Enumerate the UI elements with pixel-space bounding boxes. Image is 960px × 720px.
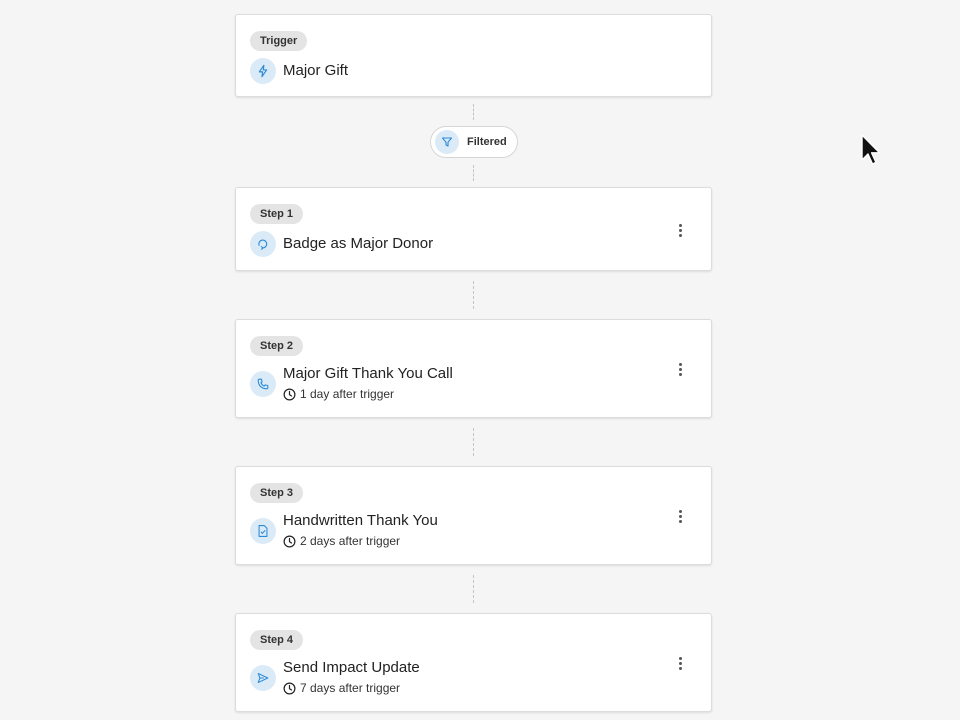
filter-icon bbox=[435, 130, 459, 154]
badge-icon bbox=[250, 231, 276, 257]
step-badge: Step 1 bbox=[250, 204, 304, 224]
step-badge: Step 4 bbox=[250, 630, 304, 650]
connector-line bbox=[473, 281, 474, 309]
clock-icon bbox=[283, 682, 296, 694]
step-card-4[interactable]: Step 4 Send Impact Update 7 days after t… bbox=[235, 613, 712, 712]
connector-line bbox=[473, 575, 474, 603]
workflow-canvas: Trigger Major Gift Filtered Step 1 Badge… bbox=[0, 0, 960, 720]
trigger-card[interactable]: Trigger Major Gift bbox=[235, 14, 712, 97]
step-card-1[interactable]: Step 1 Badge as Major Donor bbox=[235, 187, 712, 271]
step-badge: Step 3 bbox=[250, 483, 304, 503]
connector-line bbox=[473, 104, 474, 120]
step-title: Major Gift Thank You Call bbox=[283, 365, 453, 382]
step-badge: Step 2 bbox=[250, 336, 304, 356]
note-icon bbox=[250, 518, 276, 544]
more-options-button[interactable] bbox=[672, 359, 688, 379]
connector-line bbox=[473, 428, 474, 456]
step-delay-text: 1 day after trigger bbox=[300, 387, 395, 401]
step-card-2[interactable]: Step 2 Major Gift Thank You Call 1 day a… bbox=[235, 319, 712, 418]
step-title: Handwritten Thank You bbox=[283, 512, 438, 529]
more-options-button[interactable] bbox=[672, 653, 688, 673]
more-options-button[interactable] bbox=[672, 220, 688, 240]
step-delay: 7 days after trigger bbox=[283, 681, 400, 695]
lightning-icon bbox=[250, 58, 276, 84]
step-delay-text: 7 days after trigger bbox=[300, 681, 401, 695]
step-title: Badge as Major Donor bbox=[283, 235, 434, 252]
more-options-button[interactable] bbox=[672, 506, 688, 526]
clock-icon bbox=[283, 535, 296, 547]
connector-line bbox=[473, 165, 474, 181]
trigger-title: Major Gift bbox=[283, 62, 349, 79]
send-icon bbox=[250, 665, 276, 691]
step-title: Send Impact Update bbox=[283, 659, 420, 676]
step-delay-text: 2 days after trigger bbox=[300, 534, 401, 548]
clock-icon bbox=[283, 388, 296, 400]
step-delay: 2 days after trigger bbox=[283, 534, 400, 548]
filter-label: Filtered bbox=[467, 136, 507, 148]
step-card-3[interactable]: Step 3 Handwritten Thank You 2 days afte… bbox=[235, 466, 712, 565]
trigger-badge: Trigger bbox=[250, 31, 308, 51]
step-delay: 1 day after trigger bbox=[283, 387, 394, 401]
phone-icon bbox=[250, 371, 276, 397]
filter-pill[interactable]: Filtered bbox=[430, 126, 518, 158]
mouse-pointer-icon bbox=[861, 134, 881, 165]
